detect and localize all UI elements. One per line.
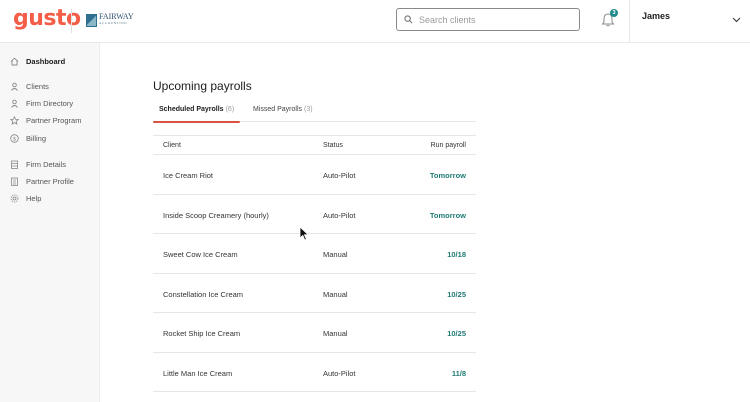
tab-label: Missed Payrolls: [253, 106, 303, 113]
client-name: Ice Cream Riot: [163, 171, 214, 180]
run-payroll-link[interactable]: 11/8: [452, 369, 466, 378]
user-menu-name[interactable]: James: [642, 11, 670, 21]
table-row: Rocket Ship Ice Cream Manual 10/25: [153, 313, 476, 353]
star-icon: [10, 115, 19, 125]
sidebar-item-firm-directory[interactable]: Firm Directory: [10, 97, 96, 109]
run-payroll-link[interactable]: Tomorrow: [430, 171, 466, 180]
logo-divider: [71, 9, 72, 33]
search-icon: [404, 15, 413, 24]
payrolls-table: Client Status Run payroll Ice Cream Riot…: [153, 135, 476, 392]
sidebar-item-label: Partner Program: [26, 115, 82, 125]
tab-missed-payrolls[interactable]: Missed Payrolls (3): [247, 103, 319, 122]
client-name: Rocket Ship Ice Cream: [163, 329, 241, 338]
partner-logo: FAIRWAY ACCOUNTING: [86, 13, 134, 27]
person-icon: [10, 82, 19, 91]
notifications-button[interactable]: 3: [600, 9, 618, 28]
tab-count: (6): [225, 106, 235, 113]
payroll-status: Auto-Pilot: [323, 368, 356, 378]
sidebar-item-firm-details[interactable]: Firm Details: [10, 158, 96, 170]
column-header-status: Status: [323, 142, 343, 149]
table-row: Little Man Ice Cream Auto-Pilot 11/8: [153, 353, 476, 392]
top-header: gusto FAIRWAY ACCOUNTING 3 James: [0, 0, 750, 43]
person-icon: [10, 99, 19, 108]
table-row: Constellation Ice Cream Manual 10/25: [153, 274, 476, 313]
run-payroll-link[interactable]: Tomorrow: [430, 211, 466, 220]
sidebar-item-label: Help: [26, 193, 42, 203]
chevron-down-icon[interactable]: [732, 17, 741, 23]
partner-logo-mark-icon: [86, 13, 97, 27]
sidebar-item-label: Firm Directory: [26, 98, 74, 108]
partner-logo-tagline: ACCOUNTING: [99, 21, 128, 25]
search-input[interactable]: [419, 14, 569, 25]
payroll-status: Auto-Pilot: [323, 171, 356, 180]
sidebar-item-dashboard[interactable]: Dashboard: [10, 55, 96, 67]
column-header-run-payroll: Run payroll: [430, 142, 466, 149]
table-header: Client Status Run payroll: [153, 135, 476, 155]
table-row: Sweet Cow Ice Cream Manual 10/18: [153, 234, 476, 274]
table-row: Inside Scoop Creamery (hourly) Auto-Pilo…: [153, 195, 476, 234]
payroll-status: Manual: [323, 329, 348, 338]
sidebar-item-billing[interactable]: $ Billing: [10, 132, 96, 144]
notification-count-badge: 3: [610, 9, 618, 17]
column-header-client: Client: [163, 142, 181, 149]
sidebar-item-label: Partner Profile: [26, 176, 74, 186]
payroll-status: Auto-Pilot: [323, 210, 356, 220]
client-name: Little Man Ice Cream: [163, 368, 233, 378]
sidebar-item-label: Billing: [26, 133, 47, 143]
home-icon: [10, 57, 19, 66]
run-payroll-link[interactable]: 10/18: [447, 250, 466, 259]
sidebar-item-clients[interactable]: Clients: [10, 80, 96, 92]
run-payroll-link[interactable]: 10/25: [447, 329, 466, 338]
tab-label: Scheduled Payrolls: [159, 106, 224, 113]
payroll-status: Manual: [323, 289, 348, 299]
sidebar-item-help[interactable]: Help: [10, 192, 96, 204]
dollar-icon: $: [10, 133, 19, 143]
table-row: Ice Cream Riot Auto-Pilot Tomorrow: [153, 155, 476, 195]
page-title: Upcoming payrolls: [153, 79, 252, 93]
sidebar-item-partner-profile[interactable]: Partner Profile: [10, 175, 96, 187]
partner-logo-name: FAIRWAY: [99, 12, 134, 21]
client-name: Constellation Ice Cream: [163, 289, 244, 299]
client-name: Sweet Cow Ice Cream: [163, 250, 238, 259]
svg-text:$: $: [13, 136, 17, 142]
tab-count: (3): [304, 106, 313, 113]
sidebar-item-label: Firm Details: [26, 159, 67, 169]
sidebar-item-partner-program[interactable]: Partner Program: [10, 114, 96, 126]
header-divider: [629, 0, 630, 43]
sidebar-item-label: Dashboard: [26, 56, 66, 66]
payroll-status: Manual: [323, 250, 348, 259]
building-icon: [10, 160, 19, 169]
sidebar: Dashboard Clients Firm Directory Partner…: [0, 43, 100, 402]
run-payroll-link[interactable]: 10/25: [447, 290, 466, 299]
gear-icon: [10, 194, 19, 203]
payroll-tabs: Scheduled Payrolls (6) Missed Payrolls (3): [153, 103, 476, 123]
tab-scheduled-payrolls[interactable]: Scheduled Payrolls (6): [153, 103, 241, 123]
search-box[interactable]: [396, 8, 580, 31]
sidebar-item-label: Clients: [26, 81, 49, 91]
profile-card-icon: [10, 177, 19, 186]
mouse-cursor-icon: [299, 226, 309, 241]
client-name: Inside Scoop Creamery (hourly): [163, 210, 269, 220]
